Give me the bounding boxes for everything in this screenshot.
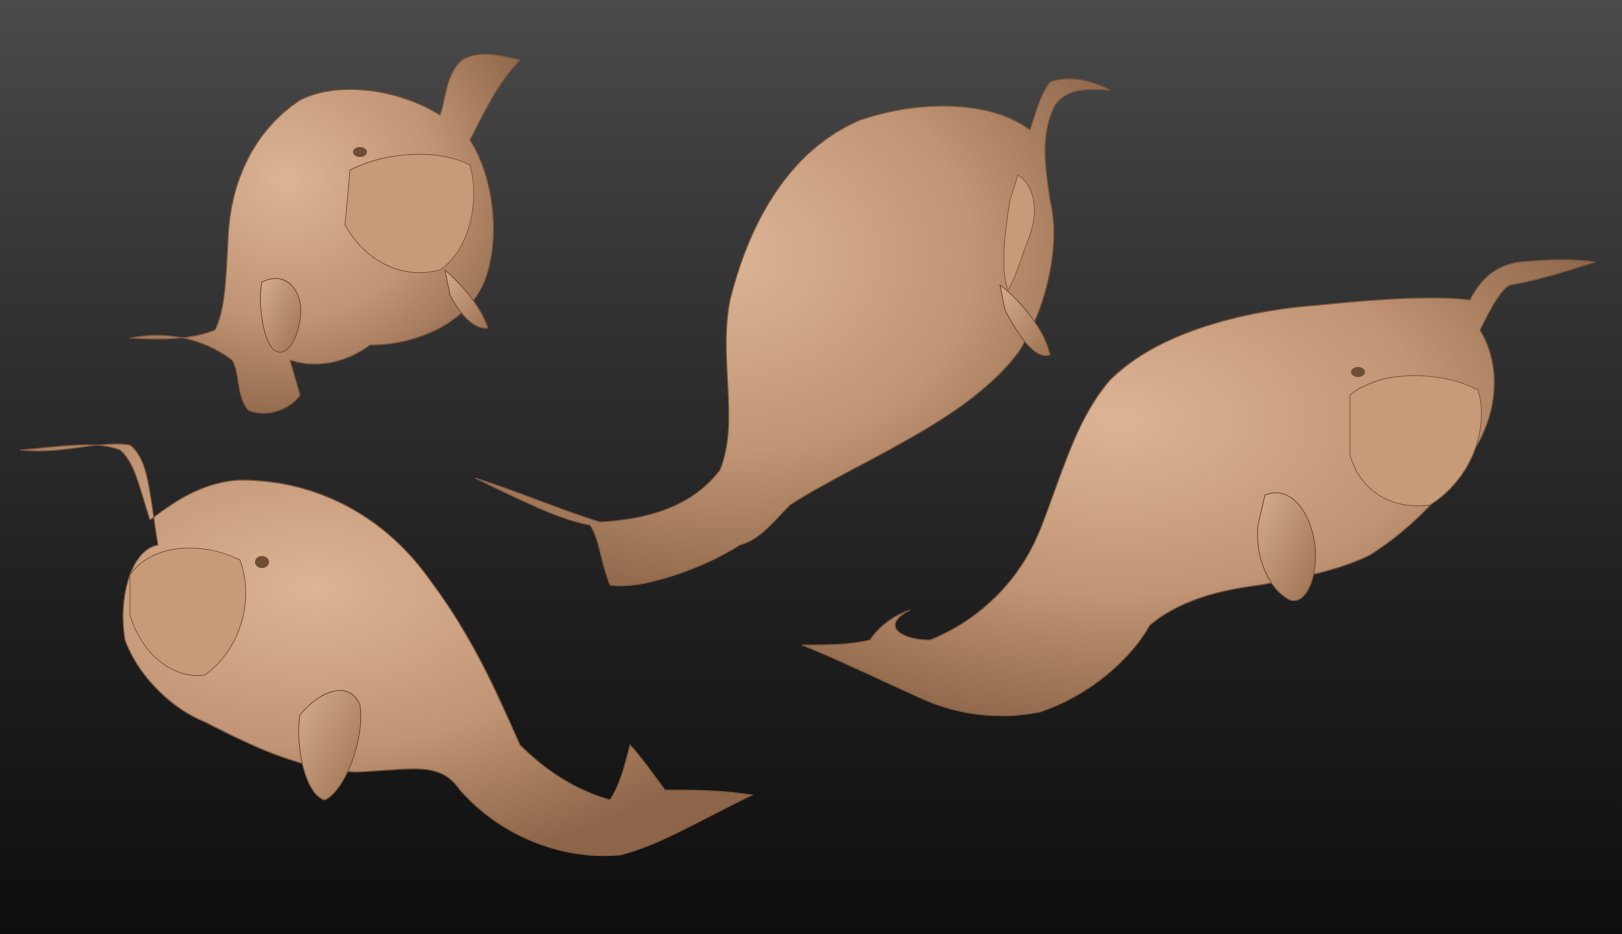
whale-sculpt-top-center (474, 78, 1111, 587)
sculpt-viewport (0, 0, 1622, 934)
whale-sculpt-bottom-left (19, 443, 754, 857)
whale-sculpt-top-left (129, 53, 521, 414)
sculpt-render (19, 53, 1596, 857)
